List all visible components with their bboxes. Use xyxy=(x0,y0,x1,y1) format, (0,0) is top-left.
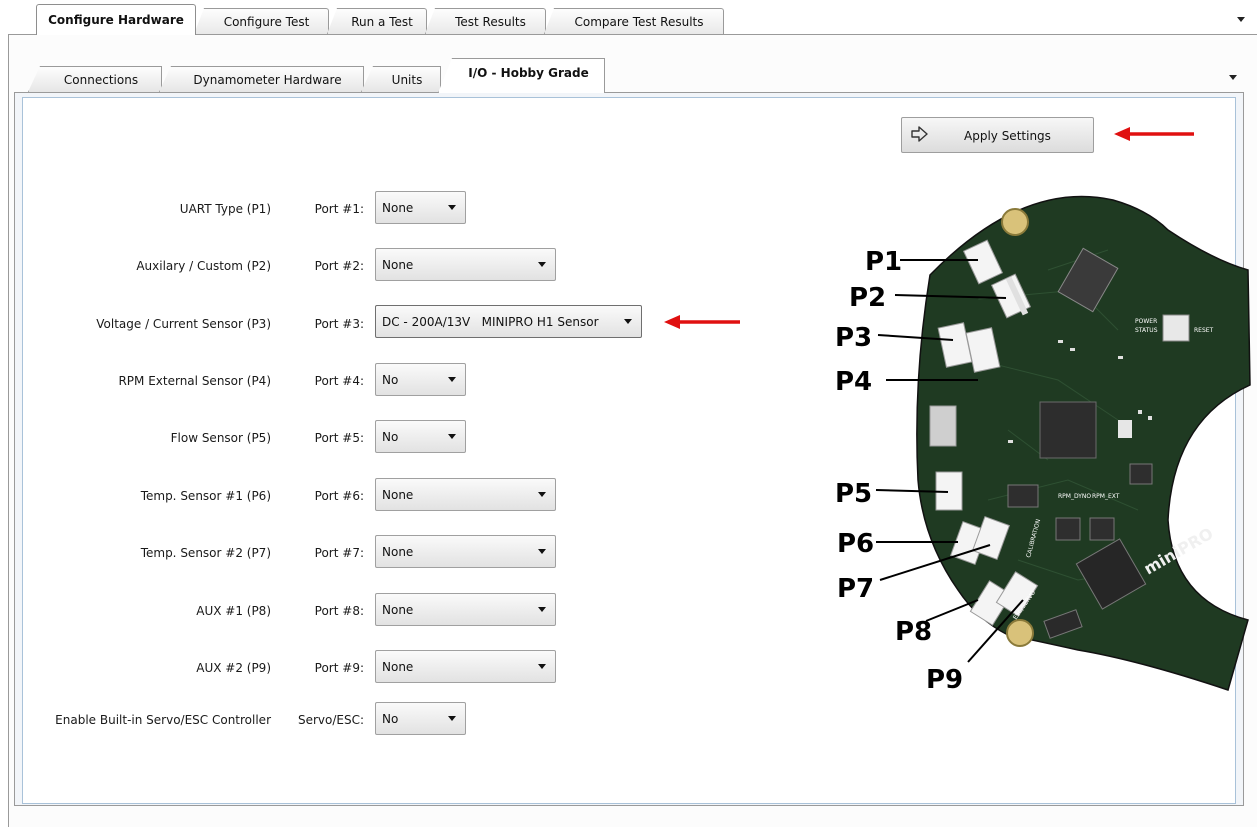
port-2-select[interactable]: None xyxy=(375,248,556,281)
tab-connections[interactable]: Connections xyxy=(28,66,162,92)
flow-sensor-label: Flow Sensor (P5) xyxy=(170,431,271,445)
tab-run-a-test[interactable]: Run a Test xyxy=(327,8,427,34)
port-1-value: None xyxy=(382,200,414,215)
chevron-down-icon xyxy=(448,716,456,721)
port-5-select[interactable]: No xyxy=(375,420,466,453)
port-8-label: Port #8: xyxy=(314,604,364,618)
regulator xyxy=(1055,517,1081,541)
main-chip xyxy=(1039,401,1097,459)
mounting-hole xyxy=(1001,208,1029,236)
port-4-value: No xyxy=(382,372,399,387)
component xyxy=(1118,420,1132,438)
port-8-value: None xyxy=(382,602,414,617)
temp-sensor-2-label: Temp. Sensor #2 (P7) xyxy=(140,546,271,560)
mounting-hole xyxy=(1006,619,1034,647)
port-7-value: None xyxy=(382,544,414,559)
port-9-label: Port #9: xyxy=(314,661,364,675)
leader-p8 xyxy=(925,599,979,622)
chevron-down-icon xyxy=(538,664,546,669)
port-5-label: Port #5: xyxy=(314,431,364,445)
port-8-select[interactable]: None xyxy=(375,593,556,626)
silk-status: STATUS xyxy=(1135,327,1158,334)
callout-p7: P7 xyxy=(837,574,874,604)
main-tabs-overflow-icon[interactable] xyxy=(1237,17,1245,22)
uart-type-label: UART Type (P1) xyxy=(179,202,271,216)
silk-rpm-ext: RPM_EXT xyxy=(1092,493,1120,500)
chevron-down-icon xyxy=(624,319,632,324)
reset-button-part xyxy=(1162,314,1190,342)
tab-units[interactable]: Units xyxy=(361,66,441,92)
port-6-select[interactable]: None xyxy=(375,478,556,511)
port-7-select[interactable]: None xyxy=(375,535,556,568)
apply-annotation-arrow xyxy=(1114,127,1194,141)
chevron-down-icon xyxy=(538,607,546,612)
servo-esc-value: No xyxy=(382,711,399,726)
port-1-label: Port #1: xyxy=(314,202,364,216)
tab-test-results[interactable]: Test Results xyxy=(425,8,546,34)
port-6-label: Port #6: xyxy=(314,489,364,503)
tab-compare-test-results[interactable]: Compare Test Results xyxy=(544,8,724,34)
aux-1-label: AUX #1 (P8) xyxy=(196,604,271,618)
port-2-value: None xyxy=(382,257,414,272)
main-tab-strip: Configure Hardware Configure Test Run a … xyxy=(0,0,1257,35)
auxilary-custom-label: Auxilary / Custom (P2) xyxy=(136,259,271,273)
rpm-external-sensor-label: RPM External Sensor (P4) xyxy=(118,374,271,388)
port-9-value: None xyxy=(382,659,414,674)
port-3-value: DC - 200A/13V MINIPRO H1 Sensor xyxy=(382,314,599,329)
sub-tabs-overflow-icon[interactable] xyxy=(1229,75,1237,80)
chevron-down-icon xyxy=(448,205,456,210)
tab-io-hobby-grade[interactable]: I/O - Hobby Grade xyxy=(438,58,605,93)
regulator xyxy=(1007,484,1039,508)
port-9-select[interactable]: None xyxy=(375,650,556,683)
voltage-current-sensor-label: Voltage / Current Sensor (P3) xyxy=(96,317,271,331)
callout-p5: P5 xyxy=(835,479,872,509)
port-1-select[interactable]: None xyxy=(375,191,466,224)
callout-p9: P9 xyxy=(926,665,963,695)
tab-configure-hardware[interactable]: Configure Hardware xyxy=(36,4,196,35)
port-2-label: Port #2: xyxy=(314,259,364,273)
tab-configure-test[interactable]: Configure Test xyxy=(194,8,329,34)
servo-esc-controller-label: Enable Built-in Servo/ESC Controller xyxy=(55,713,271,727)
port-7-label: Port #7: xyxy=(314,546,364,560)
port-5-value: No xyxy=(382,429,399,444)
callout-p6: P6 xyxy=(837,529,874,559)
servo-esc-label: Servo/ESC: xyxy=(297,713,364,727)
apply-settings-label: Apply Settings xyxy=(964,129,1051,143)
arrow-right-icon xyxy=(911,126,929,145)
regulator xyxy=(1089,517,1115,541)
component xyxy=(1129,463,1153,485)
minipro-board-diagram: RESET POWER STATUS RPM_DYNO RPM_EXT CALI… xyxy=(835,195,1251,695)
tab-dynamometer-hardware[interactable]: Dynamometer Hardware xyxy=(159,66,364,92)
silk-reset: RESET xyxy=(1194,327,1214,334)
callout-p4: P4 xyxy=(835,367,872,397)
temp-sensor-1-label: Temp. Sensor #1 (P6) xyxy=(140,489,271,503)
port-4-select[interactable]: No xyxy=(375,363,466,396)
silk-rpm-dyno: RPM_DYNO xyxy=(1058,493,1091,500)
chevron-down-icon xyxy=(538,492,546,497)
aux-2-label: AUX #2 (P9) xyxy=(196,661,271,675)
port-6-value: None xyxy=(382,487,414,502)
callout-p2: P2 xyxy=(849,283,886,313)
callout-p8: P8 xyxy=(895,617,932,647)
silk-power: POWER xyxy=(1135,318,1157,325)
chevron-down-icon xyxy=(538,549,546,554)
callout-p3: P3 xyxy=(835,323,872,353)
port-4-label: Port #4: xyxy=(314,374,364,388)
apply-settings-button[interactable]: Apply Settings xyxy=(901,117,1094,153)
port-3-label: Port #3: xyxy=(314,317,364,331)
servo-esc-select[interactable]: No xyxy=(375,702,466,735)
port-3-annotation-arrow xyxy=(664,315,740,329)
chevron-down-icon xyxy=(448,434,456,439)
chevron-down-icon xyxy=(448,377,456,382)
chevron-down-icon xyxy=(538,262,546,267)
callout-p1: P1 xyxy=(865,247,902,277)
port-3-select[interactable]: DC - 200A/13V MINIPRO H1 Sensor xyxy=(375,305,642,338)
usb-port xyxy=(929,405,957,447)
